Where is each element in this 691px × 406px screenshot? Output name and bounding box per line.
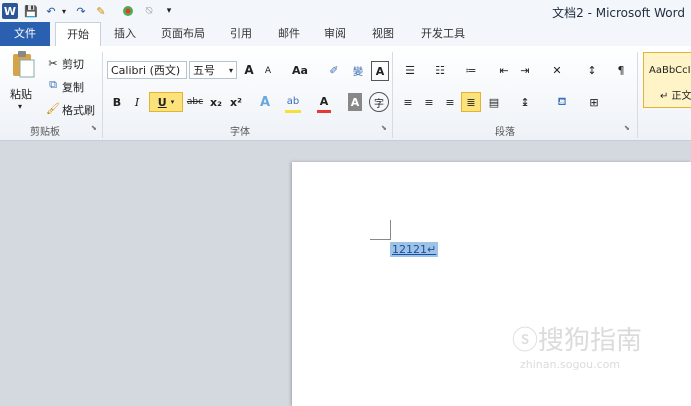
style-normal-label: ↵ 正文: [660, 91, 691, 102]
color-picker-icon[interactable]: [122, 3, 134, 19]
paste-dropdown-icon[interactable]: ▾: [18, 102, 22, 111]
group-separator: [102, 52, 103, 138]
draw-icon[interactable]: ⍉: [142, 3, 156, 19]
word-logo-icon[interactable]: W: [2, 3, 18, 19]
font-size-value: 五号: [193, 64, 215, 77]
underline-label: U: [157, 95, 167, 109]
paste-icon[interactable]: [10, 50, 36, 80]
tab-review[interactable]: 审阅: [318, 22, 352, 46]
font-color-icon[interactable]: A: [317, 92, 331, 113]
highlight-color-icon[interactable]: ab: [285, 92, 301, 113]
font-name-combo[interactable]: Calibri (西文): [107, 61, 187, 79]
bullets-icon[interactable]: ☰: [400, 61, 420, 79]
shrink-font-button[interactable]: A: [261, 62, 275, 80]
font-size-combo[interactable]: 五号 ▾: [189, 61, 237, 79]
font-group-label: 字体: [230, 127, 250, 138]
clipboard-launcher-icon[interactable]: ⬊: [91, 124, 97, 132]
bold-button[interactable]: B: [110, 93, 124, 111]
show-marks-icon[interactable]: ¶: [614, 61, 628, 79]
tab-view[interactable]: 视图: [366, 22, 400, 46]
copy-button[interactable]: 复制: [62, 79, 84, 95]
clipboard-group-label: 剪贴板: [30, 127, 60, 138]
superscript-button[interactable]: x²: [228, 93, 244, 111]
style-normal[interactable]: AaBbCcI ↵ 正文: [643, 52, 691, 108]
borders-icon[interactable]: ⊞: [582, 93, 606, 111]
underline-dropdown-icon: ▾: [170, 98, 175, 106]
margin-marker: [370, 239, 390, 240]
strikethrough-button[interactable]: abc: [185, 93, 205, 111]
format-painter-button[interactable]: 格式刷: [62, 102, 95, 118]
ribbon: 粘贴 ▾ ✂ 剪切 ⧉ 复制 🖌 格式刷 剪贴板 ⬊ Calibri (西文) …: [0, 46, 691, 141]
distributed-icon[interactable]: ▤: [486, 93, 502, 111]
phonetic-guide-icon[interactable]: 變: [348, 61, 368, 79]
cut-button[interactable]: 剪切: [62, 56, 84, 72]
underline-button[interactable]: U ▾: [149, 92, 183, 112]
multilevel-list-icon[interactable]: ≔: [460, 61, 482, 79]
justify-icon[interactable]: ≣: [461, 92, 481, 112]
chinese-layout-icon[interactable]: ✕: [545, 61, 569, 79]
style-normal-preview: AaBbCcI: [649, 65, 691, 76]
customize-quick-access-icon[interactable]: ▾: [164, 3, 174, 19]
tab-references[interactable]: 引用: [224, 22, 258, 46]
tab-developer[interactable]: 开发工具: [414, 22, 472, 46]
font-launcher-icon[interactable]: ⬊: [381, 124, 387, 132]
subscript-button[interactable]: x₂: [208, 93, 224, 111]
sort-icon[interactable]: ↕: [583, 61, 601, 79]
document-page[interactable]: [292, 162, 691, 406]
copy-icon: ⧉: [49, 78, 57, 91]
format-icon[interactable]: ✎: [94, 3, 108, 19]
tab-page-layout[interactable]: 页面布局: [155, 22, 211, 46]
clear-format-icon[interactable]: ✐: [324, 61, 344, 79]
cut-icon: ✂: [48, 56, 58, 70]
font-size-dropdown-icon[interactable]: ▾: [229, 62, 233, 80]
group-separator: [637, 52, 638, 138]
redo-icon[interactable]: ↷: [74, 3, 88, 19]
line-spacing-icon[interactable]: ↨: [513, 93, 537, 111]
watermark-url: zhinan.sogou.com: [520, 358, 621, 371]
align-center-icon[interactable]: ≡: [421, 93, 437, 111]
character-shading-icon[interactable]: A: [348, 93, 362, 111]
character-border-icon[interactable]: A: [371, 61, 389, 81]
text-effects-icon[interactable]: A: [256, 93, 274, 111]
align-right-icon[interactable]: ≡: [442, 93, 458, 111]
title-bar: W 💾 ↶ ▾ ↷ ✎ ⍉ ▾ 文档2 - Microsoft Word: [0, 0, 691, 23]
increase-indent-icon[interactable]: ⇥: [517, 61, 533, 79]
window-title: 文档2 - Microsoft Word: [552, 6, 685, 20]
save-icon[interactable]: 💾: [24, 3, 38, 19]
tab-file[interactable]: 文件: [0, 22, 50, 46]
selected-text[interactable]: 12121↵: [390, 242, 439, 257]
format-painter-icon: 🖌: [46, 101, 60, 115]
margin-marker: [390, 220, 391, 240]
watermark: ⓢ搜狗指南: [512, 326, 643, 356]
italic-button[interactable]: I: [130, 93, 144, 111]
numbering-icon[interactable]: ☷: [430, 61, 450, 79]
paragraph-launcher-icon[interactable]: ⬊: [624, 124, 630, 132]
group-separator: [392, 52, 393, 138]
change-case-button[interactable]: Aa: [288, 61, 312, 79]
undo-dropdown-icon[interactable]: ▾: [60, 3, 68, 19]
paragraph-group-label: 段落: [495, 127, 515, 138]
enclose-characters-icon[interactable]: 字: [369, 92, 389, 112]
shading-icon[interactable]: ⛾: [550, 93, 574, 111]
align-left-icon[interactable]: ≡: [400, 93, 416, 111]
undo-icon[interactable]: ↶: [44, 3, 58, 19]
paste-button[interactable]: 粘贴: [10, 86, 32, 102]
decrease-indent-icon[interactable]: ⇤: [496, 61, 512, 79]
ribbon-tabs: 文件 开始 插入 页面布局 引用 邮件 审阅 视图 开发工具: [0, 22, 691, 48]
grow-font-button[interactable]: A: [241, 61, 257, 79]
tab-insert[interactable]: 插入: [108, 22, 142, 46]
tab-mailings[interactable]: 邮件: [272, 22, 306, 46]
tab-home[interactable]: 开始: [55, 22, 101, 48]
